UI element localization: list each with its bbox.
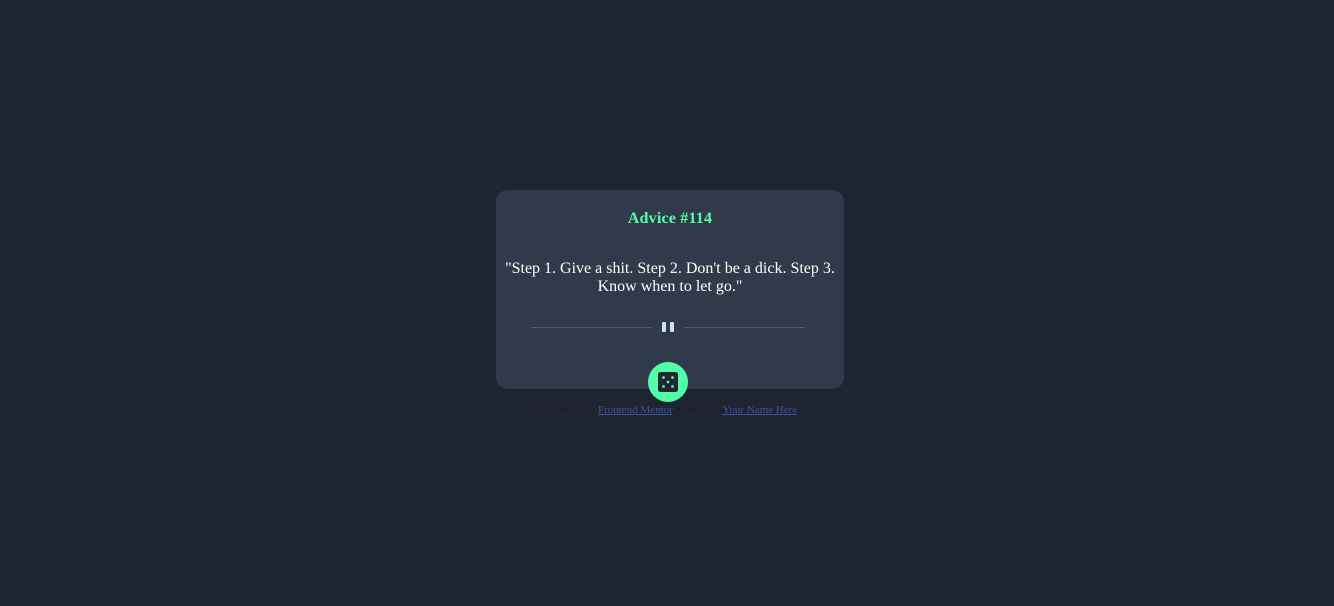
attribution-middle: . Coded by <box>672 404 723 416</box>
divider-line-right <box>684 327 805 328</box>
divider-line-left <box>531 327 652 328</box>
attribution: Challenge by Frontend Mentor. Coded by Y… <box>0 404 1334 416</box>
new-advice-button[interactable] <box>648 362 688 402</box>
attribution-prefix: Challenge by <box>536 404 598 416</box>
frontend-mentor-link[interactable]: Frontend Mentor <box>598 404 672 416</box>
dice-icon <box>658 372 678 392</box>
pause-icon <box>661 322 675 332</box>
advice-quote: "Step 1. Give a shit. Step 2. Don't be a… <box>505 260 835 295</box>
author-link[interactable]: Your Name Here <box>723 404 798 416</box>
advice-id-heading: Advice #114 <box>627 210 713 227</box>
advice-card: Advice #114 "Step 1. Give a shit. Step 2… <box>496 190 844 402</box>
divider <box>531 321 805 333</box>
